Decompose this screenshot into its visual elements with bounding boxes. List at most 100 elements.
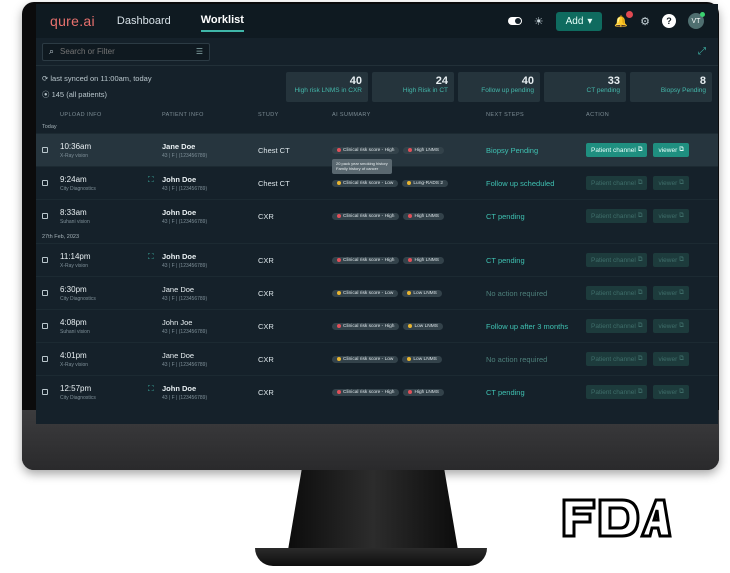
table-row[interactable]: 11:14pm X-Ray vision ⛶ John Doe 43 | F | (12… bbox=[36, 243, 718, 276]
theme-toggle[interactable] bbox=[507, 17, 522, 25]
viewer-button[interactable]: viewer ⧉ bbox=[653, 209, 689, 223]
stat-card[interactable]: 33 CT pending bbox=[544, 72, 626, 102]
expand-icon[interactable]: ⤢ bbox=[698, 46, 706, 57]
sync-icon[interactable]: ⟳ bbox=[42, 74, 48, 83]
finding-pill[interactable]: Low LNMS bbox=[403, 322, 443, 330]
stat-card[interactable]: 24 High Risk in CT bbox=[372, 72, 454, 102]
search-box[interactable]: ⌕ ☰ bbox=[42, 42, 210, 61]
finding-dot bbox=[408, 258, 413, 262]
search-input[interactable] bbox=[60, 47, 190, 56]
patient-name[interactable]: John Joe bbox=[162, 318, 258, 327]
patient-name[interactable]: Jane Doe bbox=[162, 142, 258, 151]
patient-channel-button[interactable]: Patient channel ⧉ bbox=[586, 143, 648, 157]
risk-pill[interactable]: Clinical risk score - High bbox=[332, 212, 400, 220]
tab-dashboard[interactable]: Dashboard bbox=[117, 11, 171, 31]
patient-channel-button[interactable]: Patient channel ⧉ bbox=[586, 319, 648, 333]
patient-channel-button[interactable]: Patient channel ⧉ bbox=[586, 286, 648, 300]
risk-tooltip: 20 pack year smoking history Family histo… bbox=[332, 158, 392, 174]
add-button[interactable]: Add ▾ bbox=[555, 11, 603, 31]
viewer-button[interactable]: viewer ⧉ bbox=[653, 352, 689, 366]
patient-name[interactable]: Jane Doe bbox=[162, 285, 258, 294]
study-type: CXR bbox=[258, 288, 274, 298]
finding-pill[interactable]: High LNMS bbox=[403, 146, 444, 154]
upload-info: 12:57pm City Diagnostics bbox=[60, 384, 162, 401]
risk-pill[interactable]: Clinical risk score - High bbox=[332, 388, 400, 396]
patient-channel-button[interactable]: Patient channel ⧉ bbox=[586, 209, 648, 223]
help-icon[interactable]: ? bbox=[662, 14, 676, 28]
table-row[interactable]: 4:08pm Suhani vision John Joe 43 | F | (123… bbox=[36, 309, 718, 342]
risk-pill[interactable]: Clinical risk score - High bbox=[332, 256, 400, 264]
finding-dot bbox=[407, 357, 412, 361]
row-checkbox[interactable] bbox=[42, 180, 48, 186]
stat-card[interactable]: 40 High risk LNMS in CXR bbox=[286, 72, 368, 102]
risk-pill[interactable]: Clinical risk score - Low bbox=[332, 179, 399, 187]
gear-icon[interactable]: ⚙ bbox=[640, 15, 650, 28]
row-checkbox[interactable] bbox=[42, 323, 48, 329]
patient-channel-button[interactable]: Patient channel ⧉ bbox=[586, 385, 648, 399]
patient-channel-button[interactable]: Patient channel ⧉ bbox=[586, 253, 648, 267]
row-checkbox[interactable] bbox=[42, 257, 48, 263]
risk-pill[interactable]: Clinical risk score - High bbox=[332, 146, 400, 154]
table-row[interactable]: 4:01pm X-Ray vision Jane Doe 43 | F | (1234… bbox=[36, 342, 718, 375]
column-header: UPLOAD INFO bbox=[60, 112, 102, 118]
upload-time: 4:01pm bbox=[60, 350, 87, 360]
risk-pill[interactable]: Clinical risk score - Low bbox=[332, 355, 399, 363]
table-row[interactable]: 12:57pm City Diagnostics ⛶ John Doe 43 | F |… bbox=[36, 375, 718, 408]
finding-text: High LNMS bbox=[414, 257, 439, 263]
app-logo[interactable]: qure.ai bbox=[50, 13, 95, 29]
table-row[interactable]: 10:36am X-Ray vision Jane Doe 43 | F | (123… bbox=[36, 133, 718, 174]
row-checkbox[interactable] bbox=[42, 213, 48, 219]
finding-pill[interactable]: High LNMS bbox=[403, 388, 444, 396]
viewer-button[interactable]: viewer ⧉ bbox=[653, 253, 689, 267]
patient-name[interactable]: Jane Doe bbox=[162, 351, 258, 360]
online-status-dot bbox=[700, 12, 705, 17]
filter-icon[interactable]: ☰ bbox=[196, 47, 203, 56]
tab-worklist[interactable]: Worklist bbox=[200, 10, 244, 32]
viewer-button[interactable]: viewer ⧉ bbox=[653, 286, 689, 300]
finding-pill[interactable]: Lung-RADS 2 bbox=[402, 179, 448, 187]
chevron-down-icon: ▾ bbox=[587, 15, 593, 27]
stat-card[interactable]: 40 Follow up pending bbox=[458, 72, 540, 102]
stat-card[interactable]: 8 Biopsy Pending bbox=[630, 72, 712, 102]
row-checkbox[interactable] bbox=[42, 290, 48, 296]
finding-pill[interactable]: High LNMS bbox=[403, 256, 444, 264]
finding-dot bbox=[407, 181, 412, 185]
patient-channel-button[interactable]: Patient channel ⧉ bbox=[586, 176, 648, 190]
patient-channel-button[interactable]: Patient channel ⧉ bbox=[586, 352, 648, 366]
patient-meta: 43 | F | (123456789) bbox=[162, 218, 208, 225]
finding-pill[interactable]: Low LNMS bbox=[402, 289, 442, 297]
row-checkbox[interactable] bbox=[42, 147, 48, 153]
button-label: viewer bbox=[658, 355, 678, 363]
chat-icon[interactable]: ⛶ bbox=[148, 384, 154, 394]
row-checkbox[interactable] bbox=[42, 356, 48, 362]
risk-dot bbox=[337, 148, 341, 152]
upload-info: 9:24am City Diagnostics bbox=[60, 175, 162, 192]
finding-pill[interactable]: Low LNMS bbox=[402, 355, 442, 363]
risk-pill[interactable]: Clinical risk score - Low bbox=[332, 289, 399, 297]
table-row[interactable]: 6:30pm City Diagnostics Jane Doe 43 | F | (… bbox=[36, 276, 718, 309]
patient-name[interactable]: John Doe bbox=[162, 384, 258, 393]
risk-pill[interactable]: Clinical risk score - High bbox=[332, 322, 400, 330]
viewer-button[interactable]: viewer ⧉ bbox=[653, 319, 689, 333]
viewer-button[interactable]: viewer ⧉ bbox=[653, 143, 689, 157]
row-checkbox[interactable] bbox=[42, 389, 48, 395]
patient-name[interactable]: John Doe bbox=[162, 252, 258, 261]
viewer-button[interactable]: viewer ⧉ bbox=[653, 176, 689, 190]
chat-icon[interactable]: ⛶ bbox=[148, 175, 154, 185]
study-type: CXR bbox=[258, 255, 274, 265]
finding-pill[interactable]: High LNMS bbox=[403, 212, 444, 220]
stat-value: 24 bbox=[435, 75, 448, 87]
chat-icon[interactable]: ⛶ bbox=[148, 252, 154, 262]
notification-bell-icon[interactable]: 🔔 bbox=[614, 10, 634, 28]
table-row[interactable]: 8:33am Suhani vision John Doe 43 | F | (123… bbox=[36, 199, 718, 232]
patient-meta: 43 | F | (123456789) bbox=[162, 361, 208, 368]
patient-name[interactable]: John Doe bbox=[162, 208, 258, 217]
column-header: AI SUMMARY bbox=[332, 112, 371, 118]
avatar[interactable]: VT bbox=[688, 12, 705, 29]
viewer-button[interactable]: viewer ⧉ bbox=[653, 385, 689, 399]
external-link-icon: ⧉ bbox=[679, 212, 684, 219]
stat-cards: 40 High risk LNMS in CXR 24 High Risk in C… bbox=[286, 72, 712, 102]
button-label: Patient channel bbox=[591, 146, 636, 154]
patient-name[interactable]: John Doe bbox=[162, 175, 258, 184]
next-step: CT pending bbox=[486, 387, 525, 397]
